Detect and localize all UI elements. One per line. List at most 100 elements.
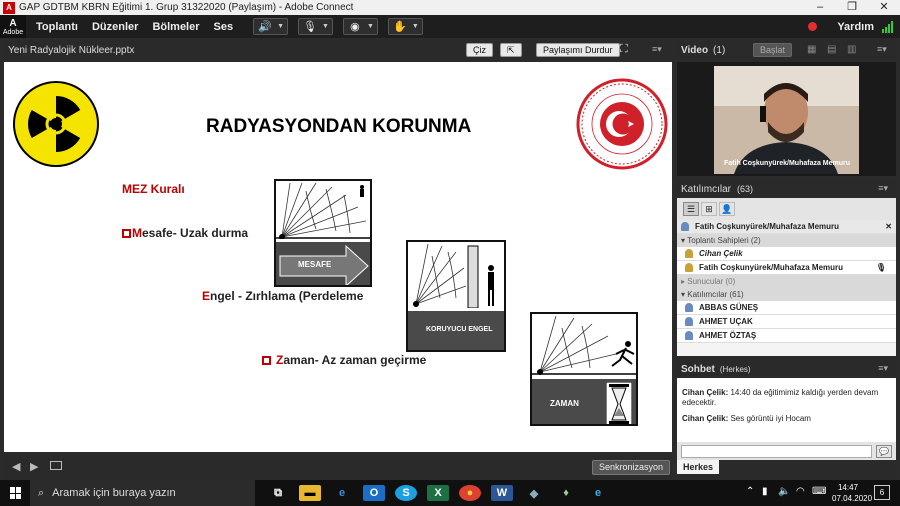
- wifi-icon[interactable]: ◠: [796, 486, 805, 497]
- edge-icon[interactable]: e: [587, 485, 609, 501]
- chrome-icon[interactable]: ●: [459, 485, 481, 501]
- chevron-down-icon[interactable]: ▼: [412, 23, 419, 30]
- excel-icon[interactable]: X: [427, 485, 449, 501]
- close-button[interactable]: ✕: [868, 0, 900, 15]
- participants-section-header[interactable]: ▾ Katılımcılar (61): [677, 288, 896, 301]
- list-item[interactable]: ABBAS GÜNEŞ: [677, 301, 896, 315]
- item-initial: Z: [276, 353, 284, 367]
- minimize-button[interactable]: –: [804, 0, 836, 15]
- adobe-logo: A Adobe: [0, 15, 26, 38]
- video-caption: Fatih Coşkunyürek/Muhafaza Memuru: [724, 160, 851, 167]
- list-item[interactable]: Fatih Coşkunyürek/Muhafaza Memuru 🎙: [677, 261, 896, 275]
- pod-menu-icon[interactable]: ≡▾: [652, 44, 662, 55]
- word-icon[interactable]: W: [491, 485, 513, 501]
- maximize-button[interactable]: ❐: [836, 0, 868, 15]
- grid-view-icon[interactable]: ▦: [807, 44, 816, 55]
- tab-herkes[interactable]: Herkes: [677, 460, 720, 474]
- host-person-icon: [685, 249, 693, 258]
- figure-mesafe-band: MESAFE: [276, 242, 370, 285]
- presenters-section-header[interactable]: ▸ Sunucular (0): [677, 275, 896, 288]
- hosts-section-header[interactable]: ▾ Toplantı Sahipleri (2): [677, 234, 896, 247]
- webcam-control[interactable]: ◉ ▼: [342, 18, 378, 35]
- raise-hand-control[interactable]: ✋ ▼: [387, 18, 423, 35]
- webcam-video[interactable]: Fatih Coşkunyürek/Muhafaza Memuru: [677, 62, 896, 176]
- speaking-microphone-icon: 🎙: [875, 263, 886, 272]
- selected-attendee-row[interactable]: Fatih Coşkunyürek/Muhafaza Memuru ✕: [677, 220, 896, 234]
- taskbar-search[interactable]: ⌕ Aramak için buraya yazın: [30, 480, 255, 506]
- pod-menu-icon[interactable]: ≡▾: [877, 44, 887, 55]
- share-file-name: Yeni Radyalojik Nükleer.pptx: [8, 45, 135, 56]
- document-app-icon[interactable]: ◆: [523, 485, 545, 501]
- pod-menu-icon[interactable]: ≡▾: [878, 183, 888, 194]
- adobe-connect-icon: A: [3, 1, 15, 14]
- chat-input[interactable]: [681, 444, 872, 458]
- sync-button[interactable]: Senkronizasyon: [592, 460, 671, 475]
- slide-panel-icon[interactable]: [50, 461, 62, 470]
- search-icon: ⌕: [38, 486, 45, 499]
- attendees-count: (63): [737, 184, 754, 194]
- title-bar: A GAP GDTBM KBRN Eğitimi 1. Grup 3132202…: [0, 0, 900, 15]
- next-slide-icon[interactable]: ▶: [30, 460, 38, 473]
- share-pod-header: Yeni Radyalojik Nükleer.pptx Çiz ⇱ Payla…: [4, 41, 672, 60]
- clear-selection-icon[interactable]: ✕: [885, 222, 892, 231]
- game-bar-icon[interactable]: ♦: [555, 485, 577, 501]
- menu-ses[interactable]: Ses: [214, 21, 234, 33]
- figure-zaman-band: ZAMAN: [532, 379, 636, 424]
- ime-icon[interactable]: ⌨: [812, 486, 826, 497]
- chevron-down-icon[interactable]: ▼: [367, 23, 374, 30]
- help-menu[interactable]: Yardım: [837, 21, 874, 33]
- mez-item-mesafe: M esafe- Uzak durma: [122, 226, 248, 240]
- checkbox-bullet-icon: [122, 228, 131, 238]
- menu-duzenler[interactable]: Düzenler: [92, 21, 138, 33]
- draw-button[interactable]: Çiz: [466, 43, 493, 57]
- recording-indicator-icon[interactable]: [808, 22, 818, 31]
- mez-item-zaman: Z aman- Az zaman geçirme: [262, 353, 426, 367]
- previous-slide-icon[interactable]: ◀: [12, 460, 20, 473]
- task-view-icon[interactable]: ⧉: [267, 485, 289, 501]
- hand-icon: ✋: [393, 21, 407, 33]
- figure-zaman: ZAMAN: [530, 312, 638, 426]
- speaker-control[interactable]: 🔊 ▼: [253, 18, 289, 35]
- start-webcam-button[interactable]: Başlat: [753, 43, 793, 57]
- fullscreen-icon[interactable]: ⛶: [620, 43, 628, 56]
- list-item[interactable]: AHMET UÇAK: [677, 315, 896, 329]
- tray-chevron-icon[interactable]: ⌃: [746, 486, 754, 497]
- list-item[interactable]: Cihan Çelik: [677, 247, 896, 261]
- menu-bolmeler[interactable]: Bölmeler: [152, 21, 199, 33]
- video-settings-icon[interactable]: ▥: [847, 44, 856, 55]
- slide-canvas: RADYASYONDAN KORUNMA MEZ Kuralı M esafe-…: [4, 62, 672, 452]
- clock[interactable]: 14:47 07.04.2020: [832, 482, 872, 504]
- role-view-icon[interactable]: 👤: [719, 202, 735, 216]
- list-view-icon[interactable]: ☰: [683, 202, 699, 216]
- list-item[interactable]: AHMET ÖZTAŞ: [677, 329, 896, 343]
- figure-engel-band: KORUYUCU ENGEL: [408, 311, 504, 350]
- send-message-icon[interactable]: 💬: [876, 444, 892, 458]
- chevron-down-icon[interactable]: ▼: [322, 23, 329, 30]
- figure-mesafe: MESAFE: [274, 179, 372, 287]
- chevron-down-icon[interactable]: ▼: [277, 23, 284, 30]
- stop-sharing-button[interactable]: Paylaşımı Durdur: [536, 43, 620, 57]
- microphone-control[interactable]: 🎙 ▼: [298, 18, 333, 35]
- pod-menu-icon[interactable]: ≡▾: [878, 363, 888, 374]
- clock-time: 14:47: [837, 483, 859, 492]
- figure-engel-label: KORUYUCU ENGEL: [426, 326, 493, 333]
- pointer-button[interactable]: ⇱: [500, 43, 522, 57]
- item-text: aman- Az zaman geçirme: [283, 353, 427, 367]
- network-icon[interactable]: ▮: [762, 486, 768, 497]
- slide-title: RADYASYONDAN KORUNMA: [206, 116, 472, 137]
- running-person-icon: [532, 315, 636, 375]
- windows-start-icon[interactable]: [10, 487, 22, 499]
- notifications-icon[interactable]: 6: [874, 485, 890, 500]
- skype-icon[interactable]: S: [395, 485, 417, 501]
- outlook-icon[interactable]: O: [363, 485, 385, 501]
- breakout-icon[interactable]: ⊞: [701, 202, 717, 216]
- menu-toplanti[interactable]: Toplantı: [36, 21, 78, 33]
- microphone-icon: 🎙: [303, 21, 318, 33]
- filmstrip-view-icon[interactable]: ▤: [827, 44, 836, 55]
- edge-legacy-icon[interactable]: e: [331, 485, 353, 501]
- volume-icon[interactable]: 🔈: [778, 486, 790, 497]
- file-explorer-icon[interactable]: ▬: [299, 485, 321, 501]
- item-text: ngel - Zırhlama (Perdeleme: [210, 289, 364, 303]
- figure-koruyucu-engel: KORUYUCU ENGEL: [406, 240, 506, 352]
- attendees-header: Katılımcılar (63) ≡▾: [677, 180, 896, 198]
